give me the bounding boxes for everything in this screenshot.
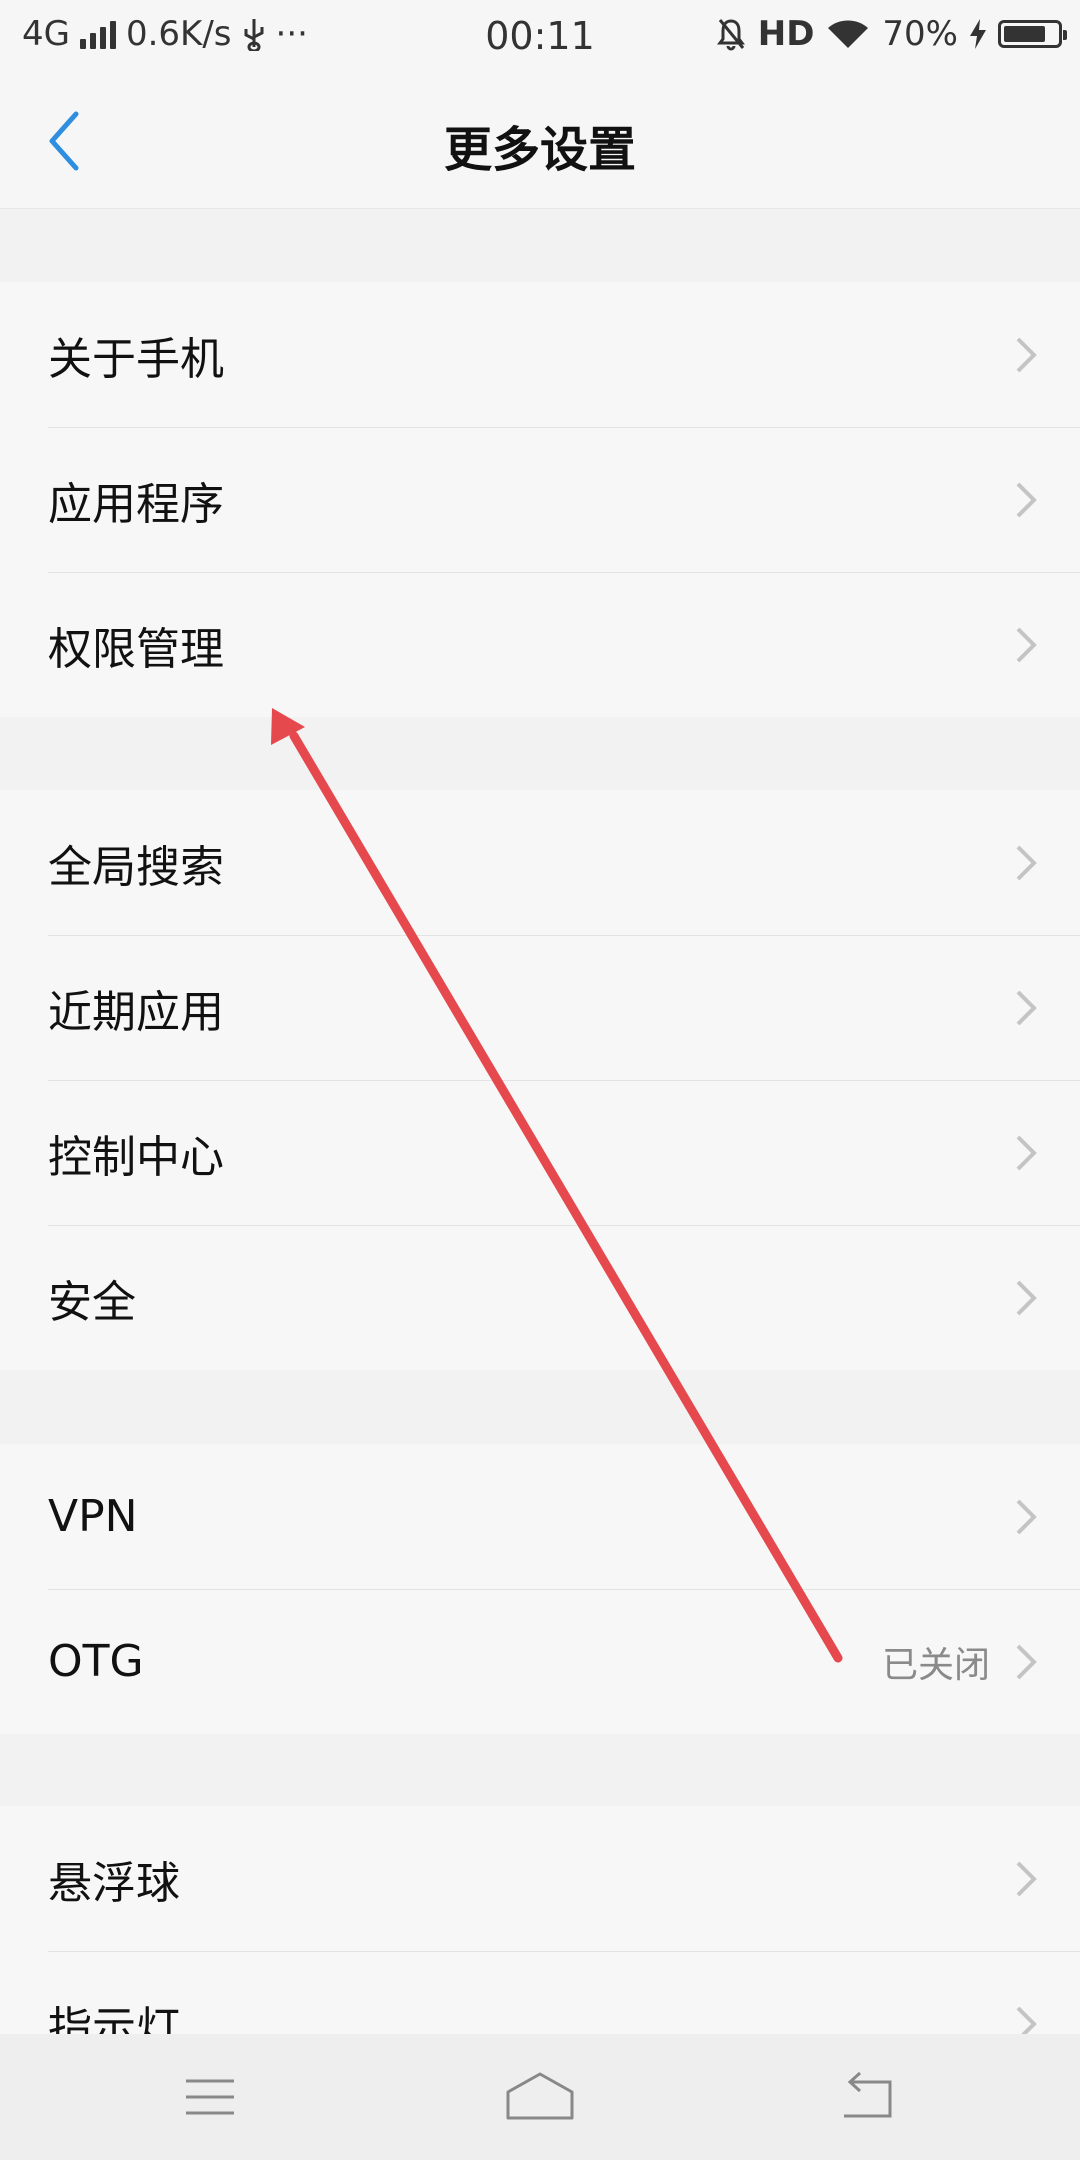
settings-row-otg[interactable]: OTG 已关闭 <box>0 1589 1080 1734</box>
settings-row-about-phone[interactable]: 关于手机 <box>0 282 1080 427</box>
chevron-right-icon <box>1016 337 1037 372</box>
settings-screen: 4G 0.6K/s ··· 00:11 HD 70% 更多设置 关于手机 应用程… <box>0 0 1080 2160</box>
back-icon <box>844 2071 892 2118</box>
charging-icon <box>970 19 986 49</box>
battery-percent: 70% <box>882 14 958 54</box>
chevron-right-icon <box>1016 845 1037 880</box>
battery-icon <box>998 20 1067 48</box>
settings-section-4: 悬浮球 指示灯 <box>0 1806 1080 2034</box>
row-label: OTG <box>48 1636 144 1687</box>
settings-row-security[interactable]: 安全 <box>0 1225 1080 1370</box>
row-label: VPN <box>48 1491 138 1542</box>
home-icon <box>506 2072 574 2120</box>
back-nav-button[interactable] <box>818 2064 918 2130</box>
menu-icon <box>186 2079 234 2115</box>
otg-status-value: 已关闭 <box>881 1644 990 1686</box>
chevron-right-icon <box>1016 990 1037 1025</box>
settings-row-recent-apps[interactable]: 近期应用 <box>0 935 1080 1080</box>
settings-row-vpn[interactable]: VPN <box>0 1444 1080 1589</box>
status-right: HD 70% <box>716 14 1067 54</box>
row-label: 指示灯 <box>48 2002 180 2035</box>
navigation-bar <box>0 2034 1080 2160</box>
chevron-right-icon <box>1016 482 1037 517</box>
settings-row-indicator-light[interactable]: 指示灯 <box>0 1951 1080 2034</box>
chevron-right-icon <box>1016 1499 1037 1534</box>
settings-row-apps[interactable]: 应用程序 <box>0 427 1080 572</box>
chevron-right-icon <box>1016 1644 1037 1679</box>
settings-row-global-search[interactable]: 全局搜索 <box>0 790 1080 935</box>
menu-nav-button[interactable] <box>160 2064 260 2130</box>
row-label: 近期应用 <box>48 986 224 1038</box>
status-bar: 4G 0.6K/s ··· 00:11 HD 70% <box>0 0 1080 74</box>
settings-row-permissions[interactable]: 权限管理 <box>0 572 1080 717</box>
row-label: 悬浮球 <box>48 1857 180 1909</box>
settings-row-floating-ball[interactable]: 悬浮球 <box>0 1806 1080 1951</box>
wifi-icon <box>828 20 869 48</box>
title-bar: 更多设置 <box>0 74 1080 209</box>
settings-section-3: VPN OTG 已关闭 <box>0 1444 1080 1734</box>
row-label: 权限管理 <box>48 623 224 675</box>
row-label: 全局搜索 <box>48 841 224 893</box>
page-title: 更多设置 <box>443 122 636 178</box>
row-label: 关于手机 <box>48 333 224 385</box>
chevron-right-icon <box>1016 1861 1037 1896</box>
row-label: 控制中心 <box>48 1131 224 1183</box>
chevron-right-icon <box>1016 2006 1037 2034</box>
chevron-right-icon <box>1016 627 1037 662</box>
home-nav-button[interactable] <box>490 2064 590 2130</box>
row-label: 应用程序 <box>48 478 224 530</box>
settings-section-2: 全局搜索 近期应用 控制中心 安全 <box>0 790 1080 1370</box>
mute-bell-icon <box>716 19 745 51</box>
settings-section-1: 关于手机 应用程序 权限管理 <box>0 282 1080 717</box>
hd-indicator: HD <box>757 14 815 54</box>
chevron-right-icon <box>1016 1280 1037 1315</box>
settings-row-control-center[interactable]: 控制中心 <box>0 1080 1080 1225</box>
row-label: 安全 <box>48 1276 136 1328</box>
chevron-right-icon <box>1016 1135 1037 1170</box>
